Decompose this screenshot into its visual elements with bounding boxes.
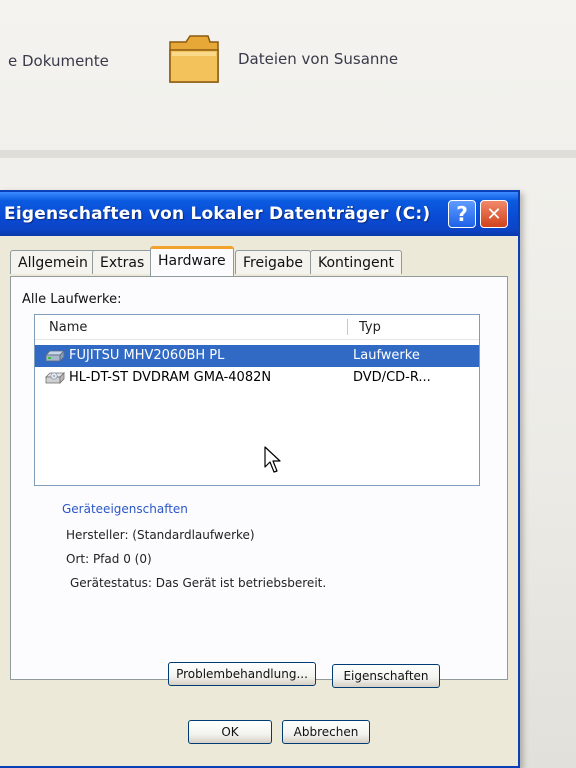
ok-button[interactable]: OK [188, 720, 272, 744]
explorer-item-documents-label[interactable]: e Dokumente [8, 52, 109, 70]
column-separator[interactable] [347, 319, 348, 335]
column-header-name[interactable]: Name [49, 320, 87, 335]
hard-drive-icon [45, 350, 65, 362]
explorer-divider [0, 150, 576, 158]
mouse-cursor-icon [264, 446, 281, 473]
list-item[interactable]: HL-DT-ST DVDRAM GMA-4082N DVD/CD-R... [35, 367, 479, 389]
manufacturer-text: Hersteller: (Standardlaufwerke) [66, 528, 255, 542]
drives-list[interactable]: Name Typ FUJITSU MHV2060BH PL Laufwerke [34, 314, 480, 486]
tab-allgemein[interactable]: Allgemein [10, 250, 96, 274]
drive-name: HL-DT-ST DVDRAM GMA-4082N [69, 370, 272, 385]
tab-extras[interactable]: Extras [92, 250, 153, 274]
dialog-title: Eigenschaften von Lokaler Datenträger (C… [4, 204, 431, 224]
dvd-drive-icon [45, 372, 65, 384]
list-item[interactable]: FUJITSU MHV2060BH PL Laufwerke [35, 345, 479, 367]
all-drives-label: Alle Laufwerke: [22, 292, 122, 307]
tab-kontingent[interactable]: Kontingent [310, 250, 403, 274]
properties-dialog: Eigenschaften von Lokaler Datenträger (C… [0, 190, 520, 768]
explorer-item-susanne-label[interactable]: Dateien von Susanne [238, 50, 398, 68]
tab-strip: Allgemein Extras Hardware Freigabe Konti… [10, 246, 510, 276]
location-text: Ort: Pfad 0 (0) [66, 552, 152, 566]
drive-type: Laufwerke [353, 348, 420, 363]
device-status-text: Gerätestatus: Das Gerät ist betriebsbere… [70, 576, 327, 590]
help-button[interactable]: ? [448, 200, 476, 228]
cancel-button[interactable]: Abbrechen [282, 720, 370, 744]
folder-icon[interactable] [166, 32, 222, 86]
device-properties-group-title: Geräteeigenschaften [62, 502, 188, 516]
tab-freigabe[interactable]: Freigabe [235, 250, 311, 274]
close-button[interactable]: ✕ [480, 200, 508, 228]
properties-button[interactable]: Eigenschaften [332, 664, 440, 688]
tab-hardware[interactable]: Hardware [150, 246, 234, 276]
troubleshoot-button[interactable]: Problembehandlung... [168, 662, 316, 686]
column-header-typ[interactable]: Typ [359, 320, 381, 335]
dialog-titlebar[interactable]: Eigenschaften von Lokaler Datenträger (C… [0, 192, 518, 236]
list-header: Name Typ [35, 315, 479, 340]
drive-type: DVD/CD-R... [353, 370, 431, 385]
drive-name: FUJITSU MHV2060BH PL [69, 348, 225, 363]
